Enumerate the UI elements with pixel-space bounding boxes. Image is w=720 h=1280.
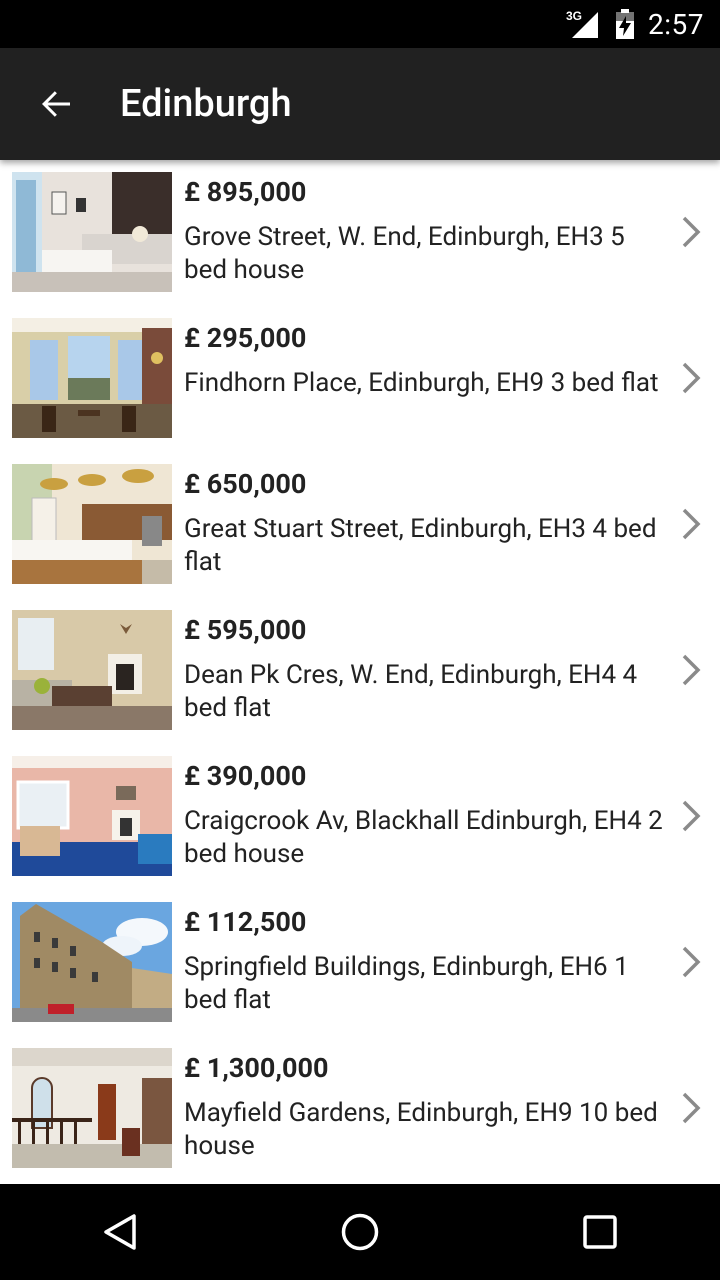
listing-price: £ 1,300,000: [184, 1052, 329, 1084]
listing-price: £ 650,000: [184, 468, 307, 500]
chevron-right-icon: [682, 946, 701, 978]
list-item[interactable]: £ 112,500 Springfield Buildings, Edinbur…: [0, 890, 720, 1036]
listing-description: Dean Pk Cres, W. End, Edinburgh, EH4 4 b…: [184, 660, 638, 723]
listing-description: Springfield Buildings, Edinburgh, EH6 1 …: [184, 952, 629, 1015]
listing-price: £ 295,000: [184, 322, 307, 354]
property-photo: [12, 1048, 172, 1168]
listing-price: £ 895,000: [184, 176, 307, 208]
listing-description: Findhorn Place, Edinburgh, EH9 3 bed fla…: [184, 368, 659, 398]
back-button[interactable]: [0, 48, 112, 160]
network-type-label: 3G: [566, 9, 582, 23]
property-photo: [12, 610, 172, 730]
property-photo: [12, 464, 172, 584]
chevron-right-icon: [682, 508, 701, 540]
list-item[interactable]: £ 595,000 Dean Pk Cres, W. End, Edinburg…: [0, 598, 720, 744]
listing-description: Mayfield Gardens, Edinburgh, EH9 10 bed …: [184, 1098, 658, 1161]
chevron-right-icon: [682, 800, 701, 832]
chevron-right-icon: [682, 1092, 701, 1124]
triangle-back-icon: [104, 1214, 136, 1250]
list-item[interactable]: £ 895,000 Grove Street, W. End, Edinburg…: [0, 160, 720, 306]
circle-home-icon: [341, 1213, 379, 1251]
list-item[interactable]: £ 295,000 Findhorn Place, Edinburgh, EH9…: [0, 306, 720, 452]
navigation-bar: [0, 1184, 720, 1280]
battery-icon: [614, 8, 636, 40]
listing-price: £ 595,000: [184, 614, 307, 646]
list-item[interactable]: £ 390,000 Craigcrook Av, Blackhall Edinb…: [0, 744, 720, 890]
property-photo: [12, 172, 172, 292]
listing-description: Grove Street, W. End, Edinburgh, EH3 5 b…: [184, 222, 625, 285]
nav-recents-button[interactable]: [540, 1184, 660, 1280]
list-item[interactable]: £ 650,000 Great Stuart Street, Edinburgh…: [0, 452, 720, 598]
property-photo: [12, 318, 172, 438]
signal-3g-icon: 3G: [564, 8, 604, 40]
page-title: Edinburgh: [120, 82, 292, 126]
property-list: £ 895,000 Grove Street, W. End, Edinburg…: [0, 160, 720, 1182]
nav-back-button[interactable]: [60, 1184, 180, 1280]
property-photo: [12, 902, 172, 1022]
list-item[interactable]: £ 1,300,000 Mayfield Gardens, Edinburgh,…: [0, 1036, 720, 1182]
square-recents-icon: [583, 1215, 617, 1249]
app-bar: Edinburgh: [0, 48, 720, 160]
listing-price: £ 112,500: [184, 906, 307, 938]
nav-home-button[interactable]: [300, 1184, 420, 1280]
clock: 2:57: [648, 7, 704, 41]
arrow-back-icon: [42, 91, 70, 117]
status-bar: 3G 2:57: [0, 0, 720, 48]
chevron-right-icon: [682, 362, 701, 394]
property-photo: [12, 756, 172, 876]
listing-description: Craigcrook Av, Blackhall Edinburgh, EH4 …: [184, 806, 663, 869]
listing-price: £ 390,000: [184, 760, 307, 792]
chevron-right-icon: [682, 654, 701, 686]
chevron-right-icon: [682, 216, 701, 248]
listing-description: Great Stuart Street, Edinburgh, EH3 4 be…: [184, 514, 657, 577]
